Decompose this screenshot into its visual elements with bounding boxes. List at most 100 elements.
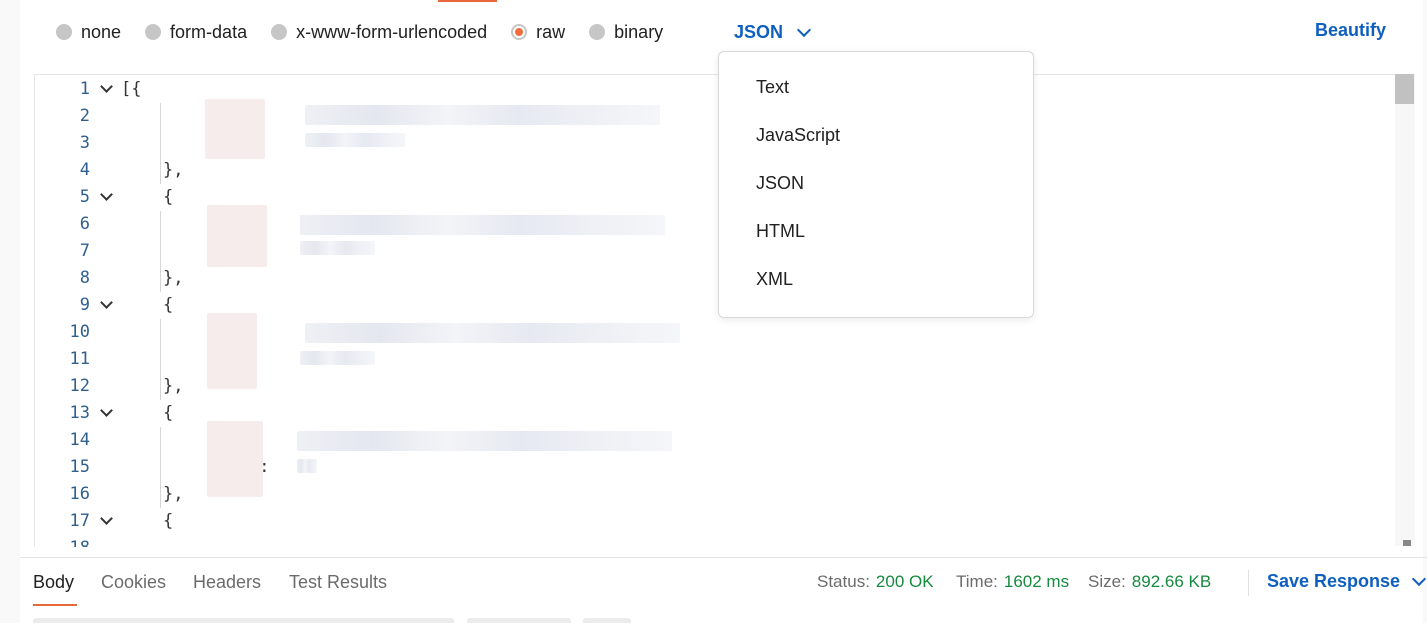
language-menu-item-text[interactable]: Text (756, 77, 789, 98)
fold-chevron-icon[interactable] (100, 404, 113, 417)
line-number: 17 (69, 511, 90, 531)
redacted-value (297, 431, 672, 451)
response-toolbar-segment (583, 618, 631, 623)
gutter-line: 13 (35, 400, 121, 427)
tab-headers[interactable]: Headers (193, 572, 261, 593)
gutter-line: 16 (35, 481, 121, 508)
indent-guide (160, 427, 161, 508)
redacted-value (297, 459, 317, 473)
radio-label: raw (536, 21, 566, 42)
right-gutter (1423, 0, 1427, 623)
tab-body[interactable]: Body (33, 572, 74, 593)
radio-form-data[interactable]: form-data (145, 22, 247, 43)
gutter-line: 1 (35, 76, 121, 103)
radio-circle-icon (271, 24, 288, 40)
radio-x-www-form-urlencoded[interactable]: x-www-form-urlencoded (271, 22, 487, 43)
fold-chevron-icon[interactable] (100, 296, 113, 309)
tab-test-results[interactable]: Test Results (289, 572, 387, 593)
redacted-value (300, 241, 375, 255)
active-tab-underline (33, 604, 77, 606)
language-menu-item-html[interactable]: HTML (756, 221, 805, 242)
size-label: Size: (1088, 572, 1126, 591)
beautify-button[interactable]: Beautify (1315, 20, 1386, 41)
line-number: 1 (79, 79, 90, 99)
language-menu-item-javascript[interactable]: JavaScript (756, 125, 840, 146)
code-line: }, (163, 484, 184, 504)
code-line: { (163, 187, 174, 207)
gutter-line: 9 (35, 292, 121, 319)
line-number: 14 (69, 430, 90, 450)
line-number: 9 (79, 295, 90, 315)
active-request-tab-indicator (438, 0, 497, 2)
fold-chevron-icon[interactable] (100, 188, 113, 201)
editor-scrollbar-thumb[interactable] (1395, 74, 1414, 104)
fold-chevron-icon[interactable] (100, 512, 113, 525)
gutter-line: 6 (35, 211, 121, 238)
code-line: { (163, 511, 174, 531)
radio-raw[interactable]: raw (511, 22, 565, 43)
gutter-line: 18 (35, 535, 121, 547)
line-number: 6 (79, 214, 90, 234)
save-response-button[interactable]: Save Response (1267, 571, 1427, 592)
redacted-value (300, 351, 375, 365)
redacted-value (305, 133, 405, 147)
code-line: }, (163, 160, 184, 180)
chevron-down-icon (1412, 571, 1427, 587)
response-bar: Body Cookies Headers Test Results Status… (20, 557, 1427, 624)
code-line: }, (163, 376, 184, 396)
radio-circle-icon (56, 24, 72, 40)
radio-label: none (81, 21, 122, 42)
redacted-key (207, 421, 263, 497)
gutter-line: 8 (35, 265, 121, 292)
line-number: 15 (69, 457, 90, 477)
radio-circle-icon (589, 24, 606, 40)
redacted-key (205, 99, 265, 159)
line-number: 13 (69, 403, 90, 423)
gutter-line: 10 (35, 319, 121, 346)
radio-label: binary (614, 21, 664, 42)
code-line: [{ (121, 79, 142, 99)
fold-chevron-icon[interactable] (100, 80, 113, 93)
radio-binary[interactable]: binary (589, 22, 663, 43)
size-value: 892.66 KB (1131, 572, 1212, 591)
gutter-line: 11 (35, 346, 121, 373)
gutter-line: 15 (35, 454, 121, 481)
divider (1248, 570, 1249, 596)
radio-checked-icon (511, 24, 528, 40)
line-number: 8 (79, 268, 90, 288)
tab-cookies[interactable]: Cookies (101, 572, 166, 593)
redacted-value (300, 215, 665, 235)
gutter-line: 3 (35, 130, 121, 157)
line-number: 7 (79, 241, 90, 261)
radio-label: form-data (170, 21, 248, 42)
redacted-value (305, 323, 680, 343)
size-readout: Size: 892.66 KB (1088, 572, 1211, 592)
language-menu-item-xml[interactable]: XML (756, 269, 793, 290)
line-number: 10 (69, 322, 90, 342)
status-label: Status: (817, 572, 870, 591)
line-number: 5 (79, 187, 90, 207)
language-menu-item-json[interactable]: JSON (756, 173, 804, 194)
language-dropdown-value: JSON (734, 21, 784, 42)
left-gutter (0, 0, 20, 623)
gutter-line: 7 (35, 238, 121, 265)
response-toolbar-segment (33, 618, 454, 623)
line-number: 11 (69, 349, 90, 369)
status-readout: Status: 200 OK (817, 572, 934, 592)
gutter-line: 12 (35, 373, 121, 400)
indent-guide (160, 319, 161, 400)
line-number: 3 (79, 133, 90, 153)
redacted-key (207, 313, 257, 389)
language-menu: Text JavaScript JSON HTML XML (718, 51, 1034, 318)
gutter-line: 14 (35, 427, 121, 454)
time-label: Time: (956, 572, 998, 591)
gutter-line: 5 (35, 184, 121, 211)
line-number: 12 (69, 376, 90, 396)
radio-none[interactable]: none (56, 22, 121, 43)
radio-label: x-www-form-urlencoded (296, 21, 488, 42)
editor-scrollbar[interactable] (1395, 74, 1415, 546)
language-dropdown[interactable]: JSON (734, 18, 812, 46)
scroll-down-icon[interactable] (1403, 540, 1411, 546)
body-type-selector: none form-data x-www-form-urlencoded raw… (56, 18, 687, 46)
line-number: 2 (79, 106, 90, 126)
